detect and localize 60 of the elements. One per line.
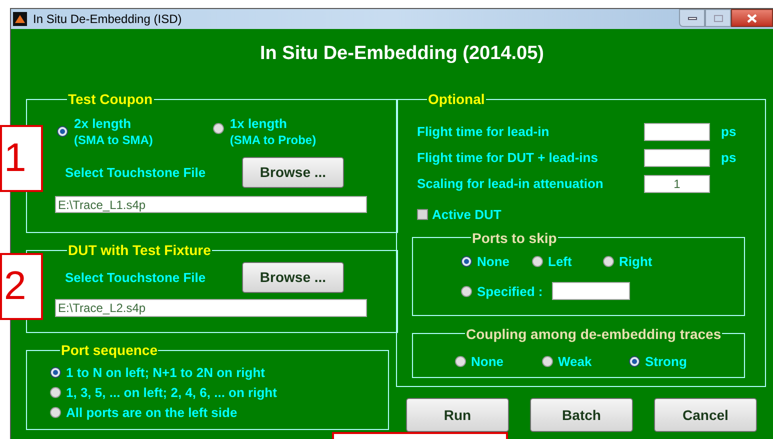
option-label: All ports are on the left side <box>66 404 238 422</box>
radio-button[interactable] <box>50 407 61 418</box>
option-label: 2x length <box>74 115 132 132</box>
option-label: Specified : <box>477 282 543 301</box>
dialog-button[interactable]: Batch <box>530 398 633 432</box>
field-label: Select Touchstone File <box>65 164 207 182</box>
radio-button[interactable] <box>603 256 614 267</box>
option-sublabel: (SMA to SMA) <box>74 132 153 149</box>
minimize-button[interactable] <box>679 9 705 27</box>
file-path-field[interactable]: E:\Trace_L1.s4p <box>55 196 367 213</box>
app-icon <box>13 12 27 26</box>
option-label: 1, 3, 5, ... on left; 2, 4, 6, ... on right <box>66 384 277 402</box>
radio-button[interactable] <box>50 367 61 378</box>
radio-button[interactable] <box>455 356 466 367</box>
option-label: 1x length <box>230 115 288 132</box>
field-label: Flight time for DUT + lead-ins <box>417 149 599 168</box>
option-label: None <box>471 352 504 370</box>
radio-button[interactable] <box>57 126 68 137</box>
callout-number: 1 <box>0 125 43 192</box>
group-title: Ports to skip <box>471 230 558 246</box>
group-title: Test Coupon <box>67 91 154 107</box>
option-label: 1 to N on left; N+1 to 2N on right <box>66 364 265 382</box>
close-icon <box>747 14 757 22</box>
group-title: Coupling among de-embedding traces <box>465 326 722 342</box>
group-title: DUT with Test Fixture <box>67 242 212 258</box>
unit-label: ps <box>721 123 736 142</box>
option-label: Right <box>619 252 652 271</box>
radio-button[interactable] <box>212 123 224 134</box>
dialog-button[interactable]: Cancel <box>654 398 757 432</box>
text-field[interactable] <box>552 282 630 300</box>
file-path-field[interactable]: E:\Trace_L2.s4p <box>55 299 367 317</box>
number-field[interactable] <box>644 123 710 141</box>
number-field[interactable]: 1 <box>644 175 710 193</box>
browse-button[interactable]: Browse ... <box>242 262 344 293</box>
option-label: None <box>477 252 510 271</box>
option-label: Left <box>548 252 572 271</box>
checkbox-label: Active DUT <box>432 206 502 224</box>
radio-button[interactable] <box>629 356 640 367</box>
checkbox[interactable] <box>417 209 428 220</box>
radio-button[interactable] <box>461 256 472 267</box>
field-label: Select Touchstone File <box>65 268 207 287</box>
group-title: Optional <box>427 91 486 107</box>
window-title: In Situ De-Embedding (ISD) <box>33 11 182 28</box>
option-label: Strong <box>645 352 687 371</box>
group-title: Port sequence <box>60 342 158 358</box>
dialog-heading: In Situ De-Embedding (2014.05) <box>259 42 545 66</box>
callout-number: 2 <box>0 253 43 320</box>
number-field[interactable] <box>644 149 710 167</box>
radio-button[interactable] <box>461 286 472 297</box>
radio-button[interactable] <box>50 387 61 398</box>
field-label: Scaling for lead-in attenuation <box>417 175 604 194</box>
option-label: Weak <box>558 352 592 370</box>
radio-button[interactable] <box>542 356 553 367</box>
browse-button[interactable]: Browse ... <box>242 157 344 188</box>
field-label: Flight time for lead-in <box>417 123 550 142</box>
close-button[interactable] <box>731 9 773 27</box>
unit-label: ps <box>721 149 736 168</box>
dialog-button[interactable]: Run <box>406 398 509 432</box>
option-sublabel: (SMA to Probe) <box>230 132 316 149</box>
radio-button[interactable] <box>532 256 543 267</box>
